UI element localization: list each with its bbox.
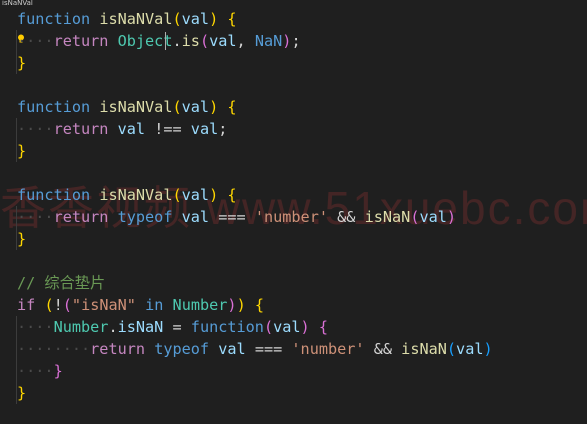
argument: val	[209, 32, 237, 50]
operator: &&	[373, 340, 393, 358]
operator: !==	[154, 120, 182, 138]
keyword: typeof	[154, 340, 210, 358]
code-line[interactable]: ····return val !== val;	[17, 118, 227, 140]
string-literal: "isNaN"	[71, 296, 136, 314]
code-line[interactable]: ····}	[17, 360, 63, 382]
brace: {	[227, 186, 237, 204]
operator: =	[172, 318, 182, 336]
indent-whitespace: ········	[17, 340, 91, 358]
code-line[interactable]: }	[17, 382, 26, 404]
keyword: in	[145, 296, 164, 314]
operator: !	[53, 296, 63, 314]
code-line[interactable]: function isNaNVal(val) {	[17, 184, 237, 206]
code-line[interactable]: }	[17, 52, 26, 74]
operator: ===	[254, 340, 283, 358]
string-literal: 'number'	[291, 340, 365, 358]
code-editor[interactable]: 香香视频 www.51xuebc.com function isNaNVal(v…	[0, 8, 587, 424]
code-line[interactable]: ····return Object.is(val, NaN);	[17, 30, 301, 52]
code-line[interactable]: if (!("isNaN" in Number)) {	[17, 294, 264, 316]
variable: val	[181, 208, 210, 226]
code-line[interactable]: ········return typeof val === 'number' &…	[17, 338, 493, 360]
string-literal: 'number'	[254, 208, 328, 226]
argument: val	[456, 340, 484, 358]
variable: val	[218, 340, 246, 358]
code-line[interactable]: // 综合垫片	[17, 272, 105, 294]
keyword: function	[17, 10, 91, 28]
paren: (	[44, 296, 54, 314]
paren: (	[446, 340, 457, 358]
paren: (	[172, 186, 182, 204]
brace: }	[17, 54, 27, 72]
keyword: function	[17, 98, 91, 116]
brace: {	[254, 296, 265, 314]
paren: )	[209, 98, 219, 116]
parameter: val	[273, 318, 301, 336]
code-line[interactable]: function isNaNVal(val) {	[17, 8, 237, 30]
object-name: Number	[53, 318, 109, 336]
method-name: is	[181, 32, 200, 50]
brace: {	[227, 98, 237, 116]
property: isNaN	[117, 318, 164, 336]
function-name: isNaNVal	[99, 10, 173, 28]
paren: )	[209, 186, 219, 204]
paren: )	[300, 318, 310, 336]
indent-whitespace: ····	[17, 120, 54, 138]
brace: {	[318, 318, 329, 336]
semicolon: ;	[218, 120, 228, 138]
comment: // 综合垫片	[17, 274, 106, 292]
keyword: function	[17, 186, 91, 204]
object-name: Number	[172, 296, 228, 314]
operator: &&	[337, 208, 356, 226]
text-cursor	[165, 32, 166, 50]
code-line[interactable]: }	[17, 228, 26, 250]
keyword: if	[17, 296, 36, 314]
function-call: isNaN	[401, 340, 447, 358]
argument: NaN	[254, 32, 283, 50]
brace: }	[17, 142, 27, 160]
variable: val	[190, 120, 219, 138]
code-line[interactable]: ····Number.isNaN = function(val) {	[17, 316, 328, 338]
paren: (	[263, 318, 274, 336]
variable: val	[117, 120, 146, 138]
comma: ,	[236, 32, 246, 50]
code-line[interactable]: }	[17, 140, 26, 162]
brace: {	[227, 10, 237, 28]
brace: }	[53, 362, 63, 380]
dot: .	[108, 318, 118, 336]
argument: val	[419, 208, 447, 226]
paren: )	[236, 296, 246, 314]
indent-whitespace: ····	[17, 208, 54, 226]
parameter: val	[181, 98, 210, 116]
indent-whitespace: ····	[17, 362, 54, 380]
keyword: return	[53, 120, 109, 138]
function-name: isNaNVal	[99, 186, 173, 204]
parameter: val	[181, 186, 210, 204]
indent-whitespace: ····	[17, 32, 54, 50]
paren: )	[227, 296, 237, 314]
code-line[interactable]: ····return typeof val === 'number' && is…	[17, 206, 456, 228]
keyword: return	[53, 32, 109, 50]
keyword: typeof	[117, 208, 173, 226]
paren: (	[172, 98, 182, 116]
function-call: isNaN	[364, 208, 411, 226]
paren: )	[209, 10, 219, 28]
paren: (	[62, 296, 72, 314]
brace: }	[17, 384, 27, 402]
paren: (	[199, 32, 210, 50]
paren: )	[446, 208, 457, 226]
function-name: isNaNVal	[99, 98, 173, 116]
paren: (	[172, 10, 182, 28]
dot: .	[172, 32, 182, 50]
keyword: return	[90, 340, 146, 358]
keyword: return	[53, 208, 109, 226]
keyword: function	[190, 318, 264, 336]
brace: }	[17, 230, 27, 248]
paren: )	[483, 340, 493, 358]
code-line[interactable]: function isNaNVal(val) {	[17, 96, 237, 118]
parameter: val	[181, 10, 210, 28]
semicolon: ;	[291, 32, 301, 50]
indent-whitespace: ····	[17, 318, 54, 336]
operator: ===	[218, 208, 246, 226]
tab-title[interactable]: isNaNVal	[2, 0, 33, 8]
